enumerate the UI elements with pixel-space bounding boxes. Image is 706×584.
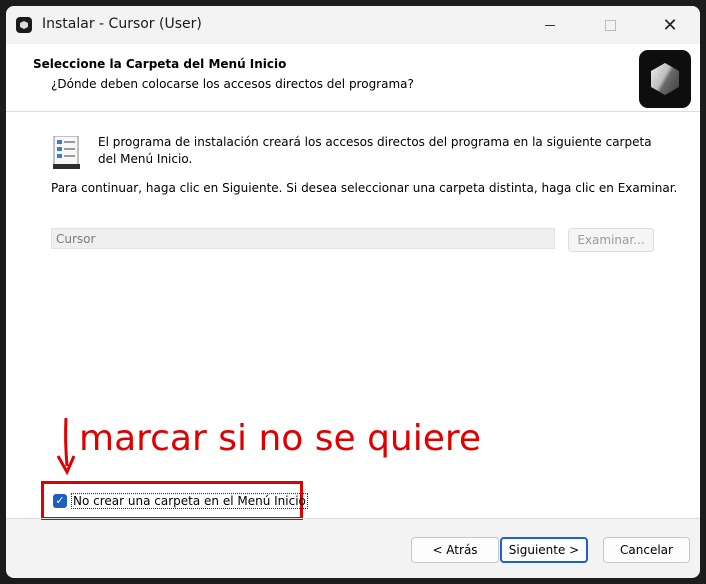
window-title: Instalar - Cursor (User) <box>42 16 202 32</box>
title-bar: Instalar - Cursor (User) ✕ <box>6 6 700 44</box>
cube-icon <box>651 63 679 95</box>
minimize-icon <box>545 24 555 26</box>
info-text: El programa de instalación creará los ac… <box>98 135 652 166</box>
no-start-menu-folder-checkbox[interactable]: ✓ <box>53 494 67 508</box>
next-button[interactable]: Siguiente > <box>500 537 588 563</box>
cancel-button[interactable]: Cancelar <box>603 537 690 563</box>
start-menu-folder-input[interactable]: Cursor <box>51 228 555 249</box>
footer-divider <box>6 518 700 519</box>
arrow-down-icon <box>56 417 76 476</box>
maximize-icon <box>604 19 616 31</box>
close-button[interactable]: ✕ <box>640 6 700 44</box>
page-header: Seleccione la Carpeta del Menú Inicio ¿D… <box>6 44 700 111</box>
annotation-text: marcar si no se quiere <box>79 418 482 459</box>
checkmark-icon: ✓ <box>55 494 65 507</box>
no-start-menu-folder-label[interactable]: No crear una carpeta en el Menú Inicio <box>71 493 308 509</box>
page-title: Seleccione la Carpeta del Menú Inicio <box>33 57 287 71</box>
app-icon <box>16 17 32 33</box>
cursor-logo <box>639 50 691 108</box>
page-body: El programa de instalación creará los ac… <box>6 112 700 520</box>
instruction-text: Para continuar, haga clic en Siguiente. … <box>51 181 678 195</box>
back-button[interactable]: < Atrás <box>411 537 499 563</box>
browse-button[interactable]: Examinar... <box>568 228 654 252</box>
start-menu-folder-icon <box>53 136 80 169</box>
close-icon: ✕ <box>662 14 678 36</box>
minimize-button[interactable] <box>520 6 580 44</box>
installer-window: Instalar - Cursor (User) ✕ Seleccione la… <box>6 6 700 578</box>
page-subtitle: ¿Dónde deben colocarse los accesos direc… <box>51 77 414 91</box>
maximize-button[interactable] <box>580 6 640 44</box>
